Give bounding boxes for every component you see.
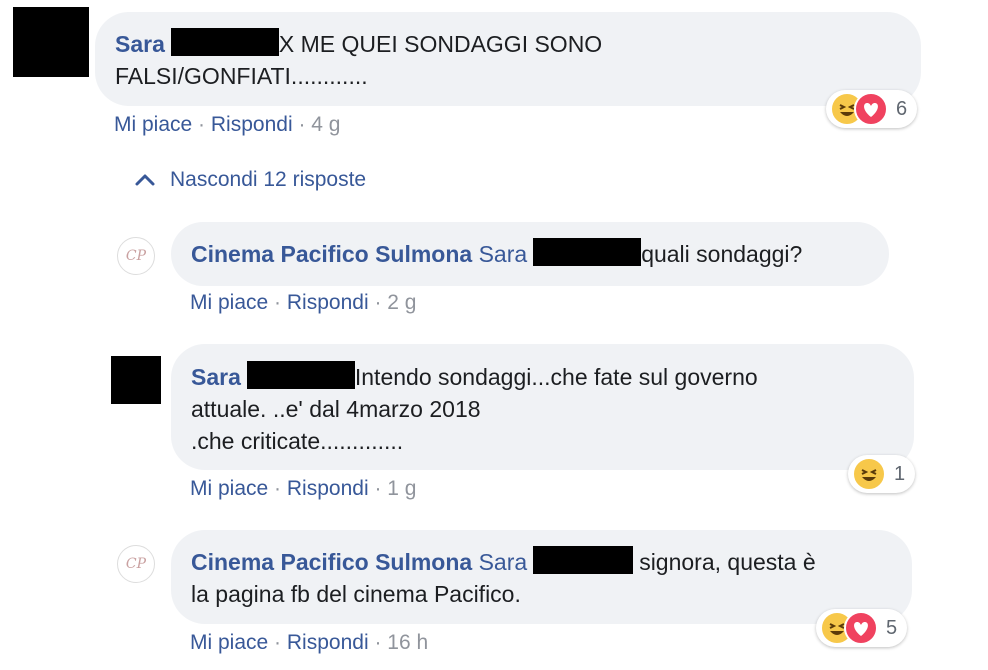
redacted-surname: [533, 238, 642, 266]
like-link[interactable]: Mi piace: [190, 477, 268, 500]
reply-link[interactable]: Rispondi: [287, 291, 369, 314]
reply-mention[interactable]: Sara: [479, 241, 528, 267]
reaction-count: 5: [886, 616, 898, 639]
avatar-monogram: CP: [125, 248, 147, 264]
separator-dot: ·: [274, 631, 282, 654]
redacted-surname: [170, 28, 279, 56]
timestamp[interactable]: 16 h: [387, 631, 428, 654]
reaction-count: 6: [896, 97, 908, 120]
reply-link[interactable]: Rispondi: [211, 113, 293, 136]
reply-text-line: attuale. ..e' dal 4marzo 2018: [191, 396, 481, 422]
comment-text-line: FALSI/GONFIATI............: [115, 63, 368, 89]
page-avatar[interactable]: CP: [117, 545, 155, 583]
separator-dot: ·: [274, 477, 282, 500]
love-reaction-icon: [854, 92, 888, 126]
comment-bubble: Sara X ME QUEI SONDAGGI SONO FALSI/GONFIA…: [95, 12, 921, 106]
reply-author[interactable]: Sara: [191, 364, 241, 390]
timestamp[interactable]: 2 g: [387, 291, 416, 314]
reply-actions: Mi piace · Rispondi · 16 h: [190, 631, 428, 655]
hide-replies-link[interactable]: Nascondi 12 risposte: [134, 168, 366, 192]
avatar-monogram: CP: [125, 556, 147, 572]
haha-reaction-icon: [852, 457, 886, 491]
reply-author[interactable]: Cinema Pacifico Sulmona: [191, 241, 472, 267]
reply-author[interactable]: Cinema Pacifico Sulmona: [191, 549, 472, 575]
avatar-redacted[interactable]: [13, 7, 89, 77]
reactions-summary[interactable]: 6: [826, 90, 918, 128]
reply-actions: Mi piace · Rispondi · 1 g: [190, 477, 417, 501]
separator-dot: ·: [298, 113, 306, 136]
redacted-surname: [246, 361, 355, 389]
chevron-up-icon: [135, 174, 155, 186]
separator-dot: ·: [374, 631, 382, 654]
reply-text-line: la pagina fb del cinema Pacifico.: [191, 581, 521, 607]
hide-replies-label: Nascondi 12 risposte: [170, 168, 367, 191]
reaction-count: 1: [894, 462, 906, 485]
reply-bubble: Sara Intendo sondaggi...che fate sul gove…: [171, 344, 914, 470]
page-avatar[interactable]: CP: [117, 237, 155, 275]
comment-text-line: X ME QUEI SONDAGGI SONO: [278, 31, 603, 57]
love-reaction-icon: [844, 611, 878, 645]
comment-author[interactable]: Sara: [115, 31, 165, 57]
reply-link[interactable]: Rispondi: [287, 631, 369, 654]
reply-text-line: .che criticate.............: [191, 428, 404, 454]
separator-dot: ·: [274, 291, 282, 314]
reply-actions: Mi piace · Rispondi · 2 g: [190, 291, 417, 315]
separator-dot: ·: [198, 113, 206, 136]
comment-actions: Mi piace · Rispondi · 4 g: [114, 113, 341, 137]
reply-mention[interactable]: Sara: [479, 549, 528, 575]
reactions-summary[interactable]: 5: [816, 609, 908, 647]
reply-bubble: Cinema Pacifico Sulmona Sara signora, que…: [171, 530, 912, 624]
separator-dot: ·: [374, 477, 382, 500]
timestamp[interactable]: 4 g: [311, 113, 340, 136]
reply-link[interactable]: Rispondi: [287, 477, 369, 500]
reply-text: quali sondaggi?: [641, 241, 803, 267]
like-link[interactable]: Mi piace: [190, 631, 268, 654]
reply-bubble: Cinema Pacifico Sulmona Sara quali sondag…: [171, 222, 889, 286]
reply-text-line: signora, questa è: [639, 549, 816, 575]
avatar-redacted[interactable]: [111, 356, 161, 404]
like-link[interactable]: Mi piace: [190, 291, 268, 314]
separator-dot: ·: [374, 291, 382, 314]
like-link[interactable]: Mi piace: [114, 113, 192, 136]
redacted-surname: [533, 546, 634, 574]
reply-text-line: Intendo sondaggi...che fate sul governo: [354, 364, 758, 390]
reactions-summary[interactable]: 1: [848, 455, 916, 493]
timestamp[interactable]: 1 g: [387, 477, 416, 500]
